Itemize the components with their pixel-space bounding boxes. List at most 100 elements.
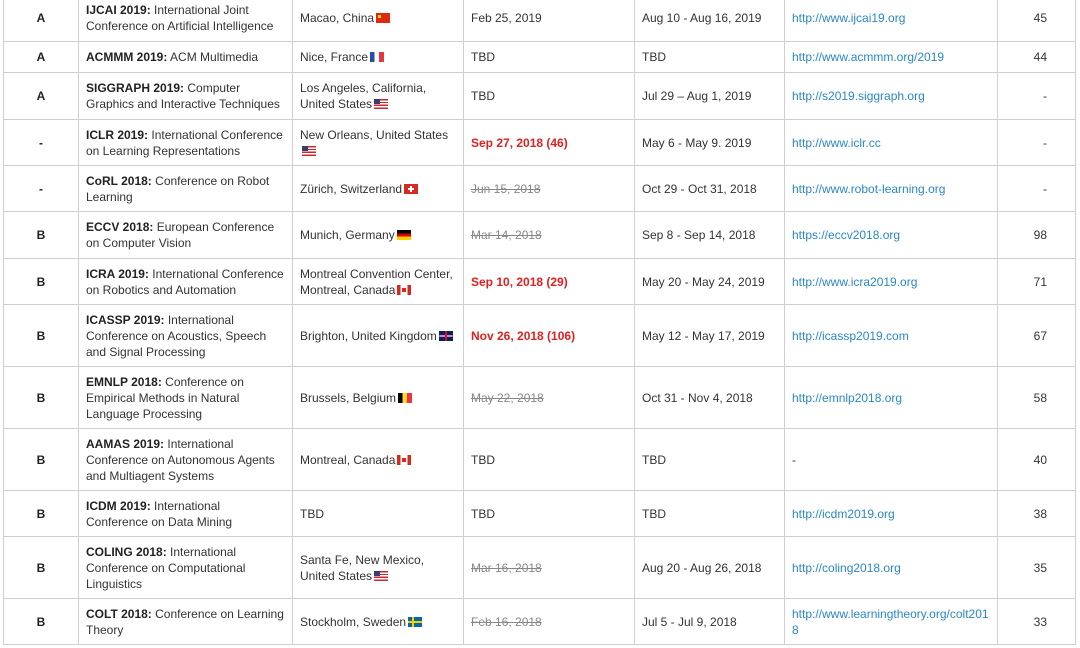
url-cell: http://s2019.siggraph.org [784, 72, 998, 120]
location-cell: TBD [292, 490, 464, 537]
table-row: B ECCV 2018: European Conference on Compu… [3, 211, 1076, 259]
rank-cell: B [3, 258, 79, 305]
table-row: B EMNLP 2018: Conference on Empirical Met… [3, 366, 1076, 429]
conference-name-cell: ACMMM 2019: ACM Multimedia [78, 41, 293, 73]
conference-url-empty: - [792, 452, 796, 467]
conference-name-cell: SIGGRAPH 2019: Computer Graphics and Int… [78, 72, 293, 120]
conference-name-cell: IJCAI 2019: International Joint Conferen… [78, 0, 293, 42]
deadline-cell: Sep 10, 2018 (29) [463, 258, 635, 305]
canada-flag-icon [397, 454, 412, 465]
deadline-cell: TBD [463, 428, 635, 491]
deadline-cell: Nov 26, 2018 (106) [463, 304, 635, 367]
dates-cell: Aug 10 - Aug 16, 2019 [634, 0, 785, 42]
deadline-text: Feb 25, 2019 [471, 10, 542, 25]
rank-cell: A [3, 0, 79, 42]
table-row: B ICRA 2019: International Conference on … [3, 258, 1076, 305]
h5-index-cell: 45 [997, 0, 1076, 42]
location-text: TBD [300, 506, 324, 521]
url-cell: http://www.ijcai19.org [784, 0, 998, 42]
table-row: A IJCAI 2019: International Joint Confere… [3, 0, 1076, 42]
deadline-cell: May 22, 2018 [463, 366, 635, 429]
switzerland-flag-icon [404, 183, 419, 194]
deadline-text: TBD [471, 506, 495, 521]
dates-cell: TBD [634, 41, 785, 73]
h5-index-cell: - [997, 119, 1076, 166]
conference-abbr: AAMAS 2019: [86, 436, 165, 451]
table-row: - CoRL 2018: Conference on Robot Learning… [3, 165, 1076, 212]
rank-cell: B [3, 490, 79, 537]
h5-index-cell: 67 [997, 304, 1076, 367]
dates-cell: May 20 - May 24, 2019 [634, 258, 785, 305]
deadline-cell: Sep 27, 2018 (46) [463, 119, 635, 166]
conference-url-link[interactable]: http://www.ijcai19.org [792, 11, 905, 25]
location-cell: Los Angeles, California, United States [292, 72, 464, 120]
url-cell: http://icassp2019.com [784, 304, 998, 367]
conference-url-link[interactable]: http://www.iclr.cc [792, 136, 881, 150]
table-row: B AAMAS 2019: International Conference on… [3, 428, 1076, 491]
location-text: Zürich, Switzerland [300, 181, 403, 196]
conference-name-cell: COLING 2018: International Conference on… [78, 536, 293, 599]
conference-url-link[interactable]: http://www.learningtheory.org/colt2018 [792, 607, 989, 637]
conference-url-link[interactable]: http://emnlp2018.org [792, 391, 902, 405]
location-text: Stockholm, Sweden [300, 614, 407, 629]
conference-name-cell: COLT 2018: Conference on Learning Theory [78, 598, 293, 645]
location-text: Los Angeles, California, United States [300, 81, 427, 111]
conference-abbr: SIGGRAPH 2019: [86, 81, 185, 95]
location-cell: Macao, China [292, 0, 464, 42]
location-text: Santa Fe, New Mexico, United States [300, 552, 425, 583]
location-text: Munich, Germany [300, 228, 395, 242]
conference-url-link[interactable]: http://www.robot-learning.org [792, 182, 945, 196]
h5-index-cell: 40 [997, 428, 1076, 491]
h5-index-cell: 71 [997, 258, 1076, 305]
conference-abbr: ICLR 2019: [86, 127, 149, 142]
url-cell: http://www.acmmm.org/2019 [784, 41, 998, 73]
conference-abbr: EMNLP 2018: [86, 374, 162, 389]
rank-cell: - [3, 165, 79, 212]
dates-cell: Sep 8 - Sep 14, 2018 [634, 211, 785, 259]
conference-url-link[interactable]: http://icassp2019.com [792, 329, 909, 343]
table-row: B COLT 2018: Conference on Learning Theor… [3, 598, 1076, 645]
location-cell: Santa Fe, New Mexico, United States [292, 536, 464, 599]
conference-name-cell: EMNLP 2018: Conference on Empirical Meth… [78, 366, 293, 429]
conference-name-cell: ICRA 2019: International Conference on R… [78, 258, 293, 305]
deadline-text: Nov 26, 2018 (106) [471, 328, 576, 343]
dates-cell: May 6 - May 9. 2019 [634, 119, 785, 166]
conference-url-link[interactable]: https://eccv2018.org [792, 228, 900, 242]
h5-index-cell: 35 [997, 536, 1076, 599]
conference-abbr: ACMMM 2019: [86, 50, 168, 64]
url-cell: http://icdm2019.org [784, 490, 998, 537]
conference-name-cell: ICASSP 2019: International Conference on… [78, 304, 293, 367]
url-cell: - [784, 428, 998, 491]
deadline-cell: TBD [463, 490, 635, 537]
conference-url-link[interactable]: http://icdm2019.org [792, 507, 895, 521]
url-cell: http://emnlp2018.org [784, 366, 998, 429]
deadline-text: Mar 16, 2018 [471, 560, 542, 575]
dates-cell: Oct 29 - Oct 31, 2018 [634, 165, 785, 212]
deadline-text: Jun 15, 2018 [471, 181, 541, 196]
deadline-cell: Feb 16, 2018 [463, 598, 635, 645]
conference-name-cell: ICDM 2019: International Conference on D… [78, 490, 293, 537]
conference-abbr: COLT 2018: [86, 606, 152, 621]
conference-name-cell: ECCV 2018: European Conference on Comput… [78, 211, 293, 259]
conference-url-link[interactable]: http://www.icra2019.org [792, 275, 917, 289]
conference-url-link[interactable]: http://www.acmmm.org/2019 [792, 50, 944, 64]
rank-cell: B [3, 211, 79, 259]
rank-cell: A [3, 72, 79, 120]
deadline-text: May 22, 2018 [471, 390, 544, 405]
rank-cell: B [3, 366, 79, 429]
usa-flag-icon [374, 570, 389, 581]
h5-index-cell: - [997, 165, 1076, 212]
conference-url-link[interactable]: http://coling2018.org [792, 561, 901, 575]
deadline-text: TBD [471, 452, 495, 467]
uk-flag-icon [438, 330, 453, 341]
canada-flag-icon [397, 284, 412, 295]
rank-cell: B [3, 428, 79, 491]
location-text: Nice, France [300, 50, 369, 64]
deadline-cell: Mar 14, 2018 [463, 211, 635, 259]
conference-url-link[interactable]: http://s2019.siggraph.org [792, 89, 925, 103]
germany-flag-icon [396, 230, 411, 240]
deadline-text: TBD [471, 50, 495, 64]
url-cell: https://eccv2018.org [784, 211, 998, 259]
location-text: Macao, China [300, 10, 375, 25]
location-text: New Orleans, United States [300, 127, 449, 142]
